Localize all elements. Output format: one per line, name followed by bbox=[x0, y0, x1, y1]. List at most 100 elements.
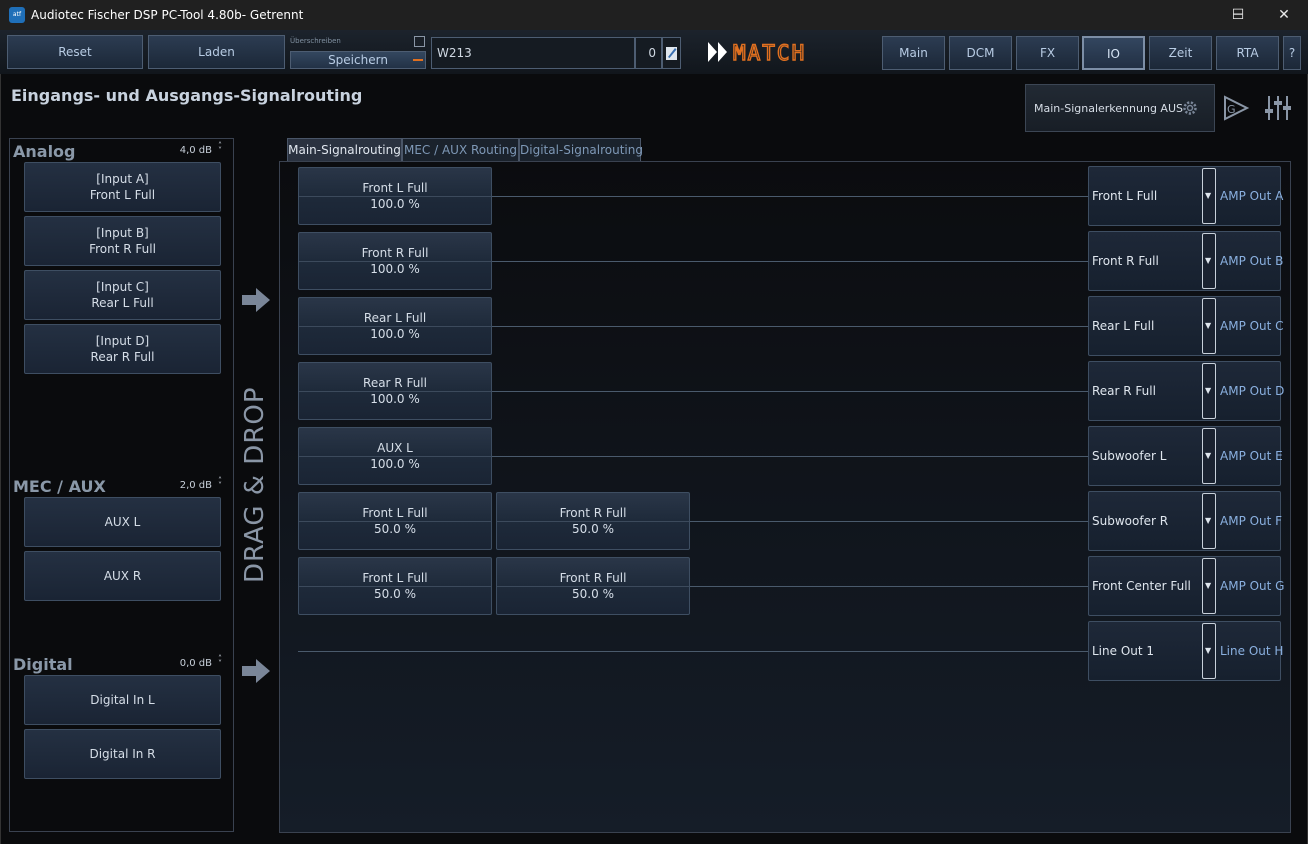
close-button[interactable]: ✕ bbox=[1261, 0, 1307, 30]
aux-r-button[interactable]: AUX R bbox=[24, 551, 221, 601]
source-level: 100.0 % bbox=[370, 262, 420, 276]
edit-preset-button[interactable] bbox=[662, 37, 681, 69]
output-dropdown[interactable]: ▼ bbox=[1202, 233, 1216, 289]
digital-in-r-button[interactable]: Digital In R bbox=[24, 729, 221, 779]
digital-group-title: Digital bbox=[13, 655, 73, 674]
source-name: AUX L bbox=[377, 441, 413, 455]
load-button[interactable]: Laden bbox=[148, 35, 285, 69]
routing-source[interactable]: Front R Full 50.0 % bbox=[496, 557, 690, 615]
generator-icon[interactable]: G bbox=[1222, 94, 1250, 122]
save-button[interactable]: Speichern bbox=[290, 51, 426, 69]
drag-drop-label: DRAG & DROP bbox=[240, 386, 270, 583]
input-name: AUX R bbox=[103, 569, 142, 583]
aux-l-button[interactable]: AUX L bbox=[24, 497, 221, 547]
source-level: 100.0 % bbox=[370, 327, 420, 341]
channel-label: AMP Out B bbox=[1220, 254, 1284, 268]
output-dropdown[interactable]: ▼ bbox=[1202, 363, 1216, 419]
mec-aux-gain-stepper[interactable]: ˄ ˅ bbox=[216, 477, 224, 490]
output-dropdown[interactable]: ▼ bbox=[1202, 428, 1216, 484]
signal-detection-button[interactable]: Main-Signalerkennung AUS bbox=[1025, 84, 1215, 132]
source-level: 50.0 % bbox=[374, 522, 416, 536]
input-d-button[interactable]: [Input D] Rear R Full bbox=[24, 324, 221, 374]
output-name: Front L Full bbox=[1092, 189, 1158, 203]
input-c-button[interactable]: [Input C] Rear L Full bbox=[24, 270, 221, 320]
dropdown-arrow-icon: ▼ bbox=[1205, 516, 1212, 525]
output-channel[interactable]: Line Out 1 ▼ Line Out H bbox=[1088, 621, 1284, 681]
output-channel[interactable]: Front L Full ▼ AMP Out A bbox=[1088, 166, 1283, 226]
arrow-right-icon bbox=[242, 659, 270, 683]
overwrite-checkbox[interactable] bbox=[414, 36, 425, 47]
output-channel[interactable]: Subwoofer R ▼ AMP Out F bbox=[1088, 491, 1282, 551]
source-level: 100.0 % bbox=[370, 392, 420, 406]
page-title: Eingangs- und Ausgangs-Signalrouting bbox=[11, 86, 363, 105]
routing-source[interactable]: Front R Full 100.0 % bbox=[298, 232, 492, 290]
nav-main[interactable]: Main bbox=[882, 36, 945, 70]
tab-mec-aux-routing[interactable]: MEC / AUX Routing bbox=[402, 138, 519, 162]
digital-in-l-button[interactable]: Digital In L bbox=[24, 675, 221, 725]
dropdown-arrow-icon: ▼ bbox=[1205, 191, 1212, 200]
output-dropdown[interactable]: ▼ bbox=[1202, 558, 1216, 614]
help-button[interactable]: ? bbox=[1283, 36, 1301, 70]
routing-source[interactable]: Front L Full 100.0 % bbox=[298, 167, 492, 225]
route-line bbox=[491, 391, 1088, 392]
minimize-button-alt bbox=[1169, 0, 1215, 30]
mixer-sliders-icon[interactable] bbox=[1264, 94, 1292, 122]
routing-source[interactable]: Rear L Full 100.0 % bbox=[298, 297, 492, 355]
routing-source[interactable]: Front L Full 50.0 % bbox=[298, 492, 492, 550]
tab-digital-signalrouting[interactable]: Digital-Signalrouting bbox=[519, 138, 643, 162]
channel-label: Line Out H bbox=[1220, 644, 1284, 658]
routing-source[interactable]: Front L Full 50.0 % bbox=[298, 557, 492, 615]
input-label: [Input B] bbox=[96, 226, 149, 240]
output-dropdown[interactable]: ▼ bbox=[1202, 298, 1216, 354]
source-name: Rear R Full bbox=[363, 376, 427, 390]
input-name: Front R Full bbox=[89, 242, 156, 256]
source-level: 100.0 % bbox=[370, 457, 420, 471]
output-dropdown[interactable]: ▼ bbox=[1202, 493, 1216, 549]
input-b-button[interactable]: [Input B] Front R Full bbox=[24, 216, 221, 266]
nav-io[interactable]: IO bbox=[1082, 36, 1145, 70]
channel-label: AMP Out E bbox=[1220, 449, 1283, 463]
input-label: [Input C] bbox=[96, 280, 149, 294]
preset-name-field[interactable]: W213 bbox=[431, 37, 635, 69]
digital-gain-stepper[interactable]: ˄ ˅ bbox=[216, 655, 224, 668]
output-channel[interactable]: Subwoofer L ▼ AMP Out E bbox=[1088, 426, 1283, 486]
output-dropdown[interactable]: ▼ bbox=[1202, 168, 1216, 224]
routing-source[interactable]: Rear R Full 100.0 % bbox=[298, 362, 492, 420]
tab-main-signalrouting[interactable]: Main-Signalrouting bbox=[287, 138, 402, 162]
match-logo: MATCH bbox=[707, 40, 857, 66]
signal-detection-label: Main-Signalerkennung AUS bbox=[1034, 102, 1183, 115]
dropdown-arrow-icon: ▼ bbox=[1205, 256, 1212, 265]
dropdown-arrow-icon: ▼ bbox=[1205, 581, 1212, 590]
route-line bbox=[689, 521, 1088, 522]
output-channel[interactable]: Rear L Full ▼ AMP Out C bbox=[1088, 296, 1284, 356]
input-name: Digital In R bbox=[89, 747, 156, 761]
input-a-button[interactable]: [Input A] Front L Full bbox=[24, 162, 221, 212]
svg-text:G: G bbox=[1227, 103, 1236, 116]
input-label: [Input D] bbox=[95, 334, 150, 348]
input-name: Digital In L bbox=[90, 693, 155, 707]
dropdown-arrow-icon: ▼ bbox=[1205, 386, 1212, 395]
arrow-right-icon bbox=[242, 288, 270, 312]
output-channel[interactable]: Front R Full ▼ AMP Out B bbox=[1088, 231, 1284, 291]
route-line bbox=[298, 651, 1088, 652]
routing-source[interactable]: Front R Full 50.0 % bbox=[496, 492, 690, 550]
output-dropdown[interactable]: ▼ bbox=[1202, 623, 1216, 679]
output-name: Front R Full bbox=[1092, 254, 1159, 268]
routing-source[interactable]: AUX L 100.0 % bbox=[298, 427, 492, 485]
nav-fx[interactable]: FX bbox=[1016, 36, 1079, 70]
output-channel[interactable]: Front Center Full ▼ AMP Out G bbox=[1088, 556, 1285, 616]
source-level: 50.0 % bbox=[572, 522, 614, 536]
analog-gain: 4,0 dB bbox=[179, 145, 212, 156]
preset-number-field[interactable]: 0 bbox=[635, 37, 662, 69]
analog-gain-stepper[interactable]: ˄ ˅ bbox=[216, 142, 224, 155]
nav-zeit[interactable]: Zeit bbox=[1149, 36, 1212, 70]
nav-rta[interactable]: RTA bbox=[1216, 36, 1279, 70]
reset-button[interactable]: Reset bbox=[7, 35, 143, 69]
maximize-button[interactable]: ☐ bbox=[1215, 0, 1261, 30]
channel-label: AMP Out G bbox=[1220, 579, 1285, 593]
overwrite-label: Überschreiben bbox=[290, 37, 341, 45]
channel-label: AMP Out C bbox=[1220, 319, 1284, 333]
nav-dcm[interactable]: DCM bbox=[949, 36, 1012, 70]
source-level: 100.0 % bbox=[370, 197, 420, 211]
output-channel[interactable]: Rear R Full ▼ AMP Out D bbox=[1088, 361, 1284, 421]
